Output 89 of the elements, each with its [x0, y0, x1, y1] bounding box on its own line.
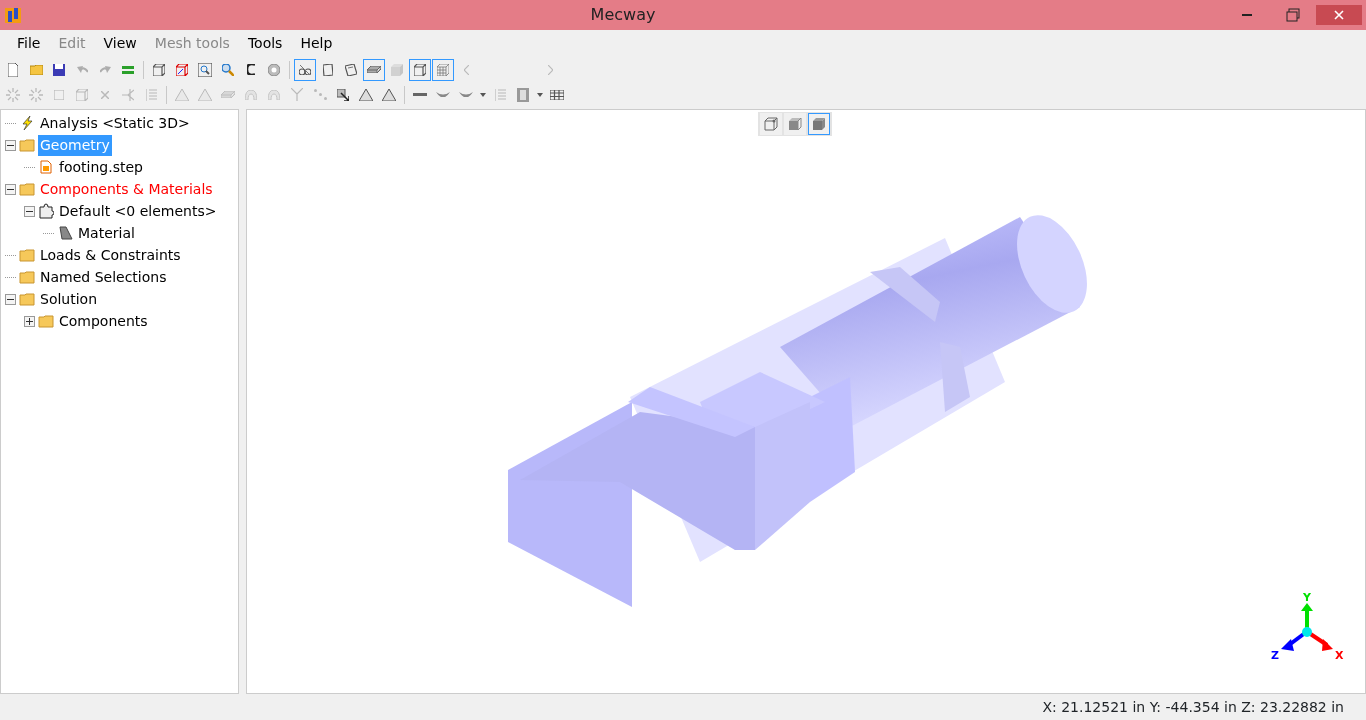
folder-icon [19, 181, 35, 197]
collapse-toggle[interactable] [24, 205, 35, 217]
search-icon [222, 63, 234, 76]
page-icon [323, 63, 333, 76]
close-icon [1334, 10, 1344, 20]
puzzle-piece-icon [38, 203, 54, 219]
folder-icon [19, 269, 35, 285]
folder-icon [29, 64, 43, 75]
document-icon [8, 62, 18, 77]
axis-triad-drawing [1281, 603, 1333, 651]
folder-icon [19, 247, 35, 263]
triangle-icon [175, 88, 189, 101]
triangle-icon [382, 88, 396, 101]
redo-icon [99, 66, 111, 73]
branch-icon [291, 88, 303, 101]
view-mode-button[interactable] [808, 113, 830, 135]
chevron-left-icon [463, 64, 469, 75]
slab-icon [221, 91, 235, 98]
cube-icon [414, 63, 426, 76]
coordinates-readout: X: 21.12521 in Y: -44.354 in Z: 23.22882 in [1042, 697, 1344, 717]
pages-icon [345, 63, 357, 76]
arch-icon [245, 89, 257, 100]
starburst-icon [6, 87, 20, 102]
columns-icon [494, 88, 506, 101]
expand-toggle[interactable] [24, 315, 35, 327]
arch-icon [268, 89, 280, 100]
glasses-icon [299, 64, 311, 75]
lightning-icon [19, 115, 35, 131]
collapse-toggle[interactable] [5, 293, 16, 305]
close-button[interactable] [1316, 5, 1362, 25]
triangle-icon [359, 88, 373, 101]
folder-icon [19, 137, 35, 153]
tree-item[interactable]: Analysis <Static 3D> [38, 112, 192, 134]
undo-icon [76, 66, 88, 73]
app-logo-icon [4, 6, 22, 24]
rotate-icon [247, 64, 255, 75]
dots-icon [313, 89, 327, 100]
film-icon [517, 87, 529, 102]
collapse-toggle[interactable] [5, 139, 16, 151]
cube-icon [763, 116, 779, 132]
file-icon [38, 159, 54, 175]
bars-icon [122, 65, 134, 74]
minimize-icon [1242, 14, 1252, 16]
toolbar-button[interactable] [409, 58, 431, 81]
view-mode-button[interactable] [760, 113, 782, 135]
caret-icon [537, 92, 543, 97]
menu-item[interactable]: View [94, 31, 146, 56]
tree-item[interactable]: Loads & Constraints [38, 244, 183, 266]
cross-icon [101, 90, 109, 99]
starburst-icon [29, 87, 43, 102]
tree-item[interactable]: Default <0 elements> [57, 200, 219, 222]
plus-icon [26, 317, 33, 325]
tree-item[interactable]: Components [57, 310, 150, 332]
axis-label: Z [1271, 649, 1279, 662]
solid-cube-icon [391, 63, 403, 76]
menu-item[interactable]: File [8, 31, 50, 56]
menu-item[interactable]: Help [291, 31, 342, 56]
zoom-box-icon [198, 62, 212, 77]
view-mode-button[interactable] [784, 113, 806, 135]
chevron-right-icon [547, 64, 553, 75]
arrow-icon [337, 88, 349, 101]
cube-icon [787, 116, 803, 132]
grid-cube-icon [437, 63, 449, 76]
restore-icon [1286, 8, 1300, 22]
collapse-toggle[interactable] [5, 183, 16, 195]
folder-icon [38, 313, 54, 329]
tree-item[interactable]: Material [76, 222, 137, 244]
wedge-icon [57, 225, 73, 241]
cube-corner-icon [176, 63, 188, 76]
table-icon [550, 89, 564, 100]
folder-icon [19, 291, 35, 307]
cube-icon [76, 88, 88, 101]
axis-label: Y [1303, 591, 1311, 604]
cube-icon [811, 116, 827, 132]
tree-item[interactable]: footing.step [57, 156, 145, 178]
tree-item[interactable]: Components & Materials [38, 178, 215, 200]
split-icon [122, 88, 134, 101]
triangle-icon [198, 88, 212, 101]
bowl-icon [459, 91, 473, 98]
tree-item[interactable]: Named Selections [38, 266, 169, 288]
cube-icon [153, 63, 165, 76]
tree-item[interactable]: Solution [38, 288, 100, 310]
menu-item[interactable]: Tools [238, 31, 292, 56]
window-title: Mecway [589, 4, 657, 26]
columns-icon [145, 88, 157, 101]
slab-icon [367, 66, 381, 73]
axis-label: X [1335, 649, 1344, 662]
caret-icon [480, 92, 486, 97]
bowl-icon [436, 91, 450, 98]
